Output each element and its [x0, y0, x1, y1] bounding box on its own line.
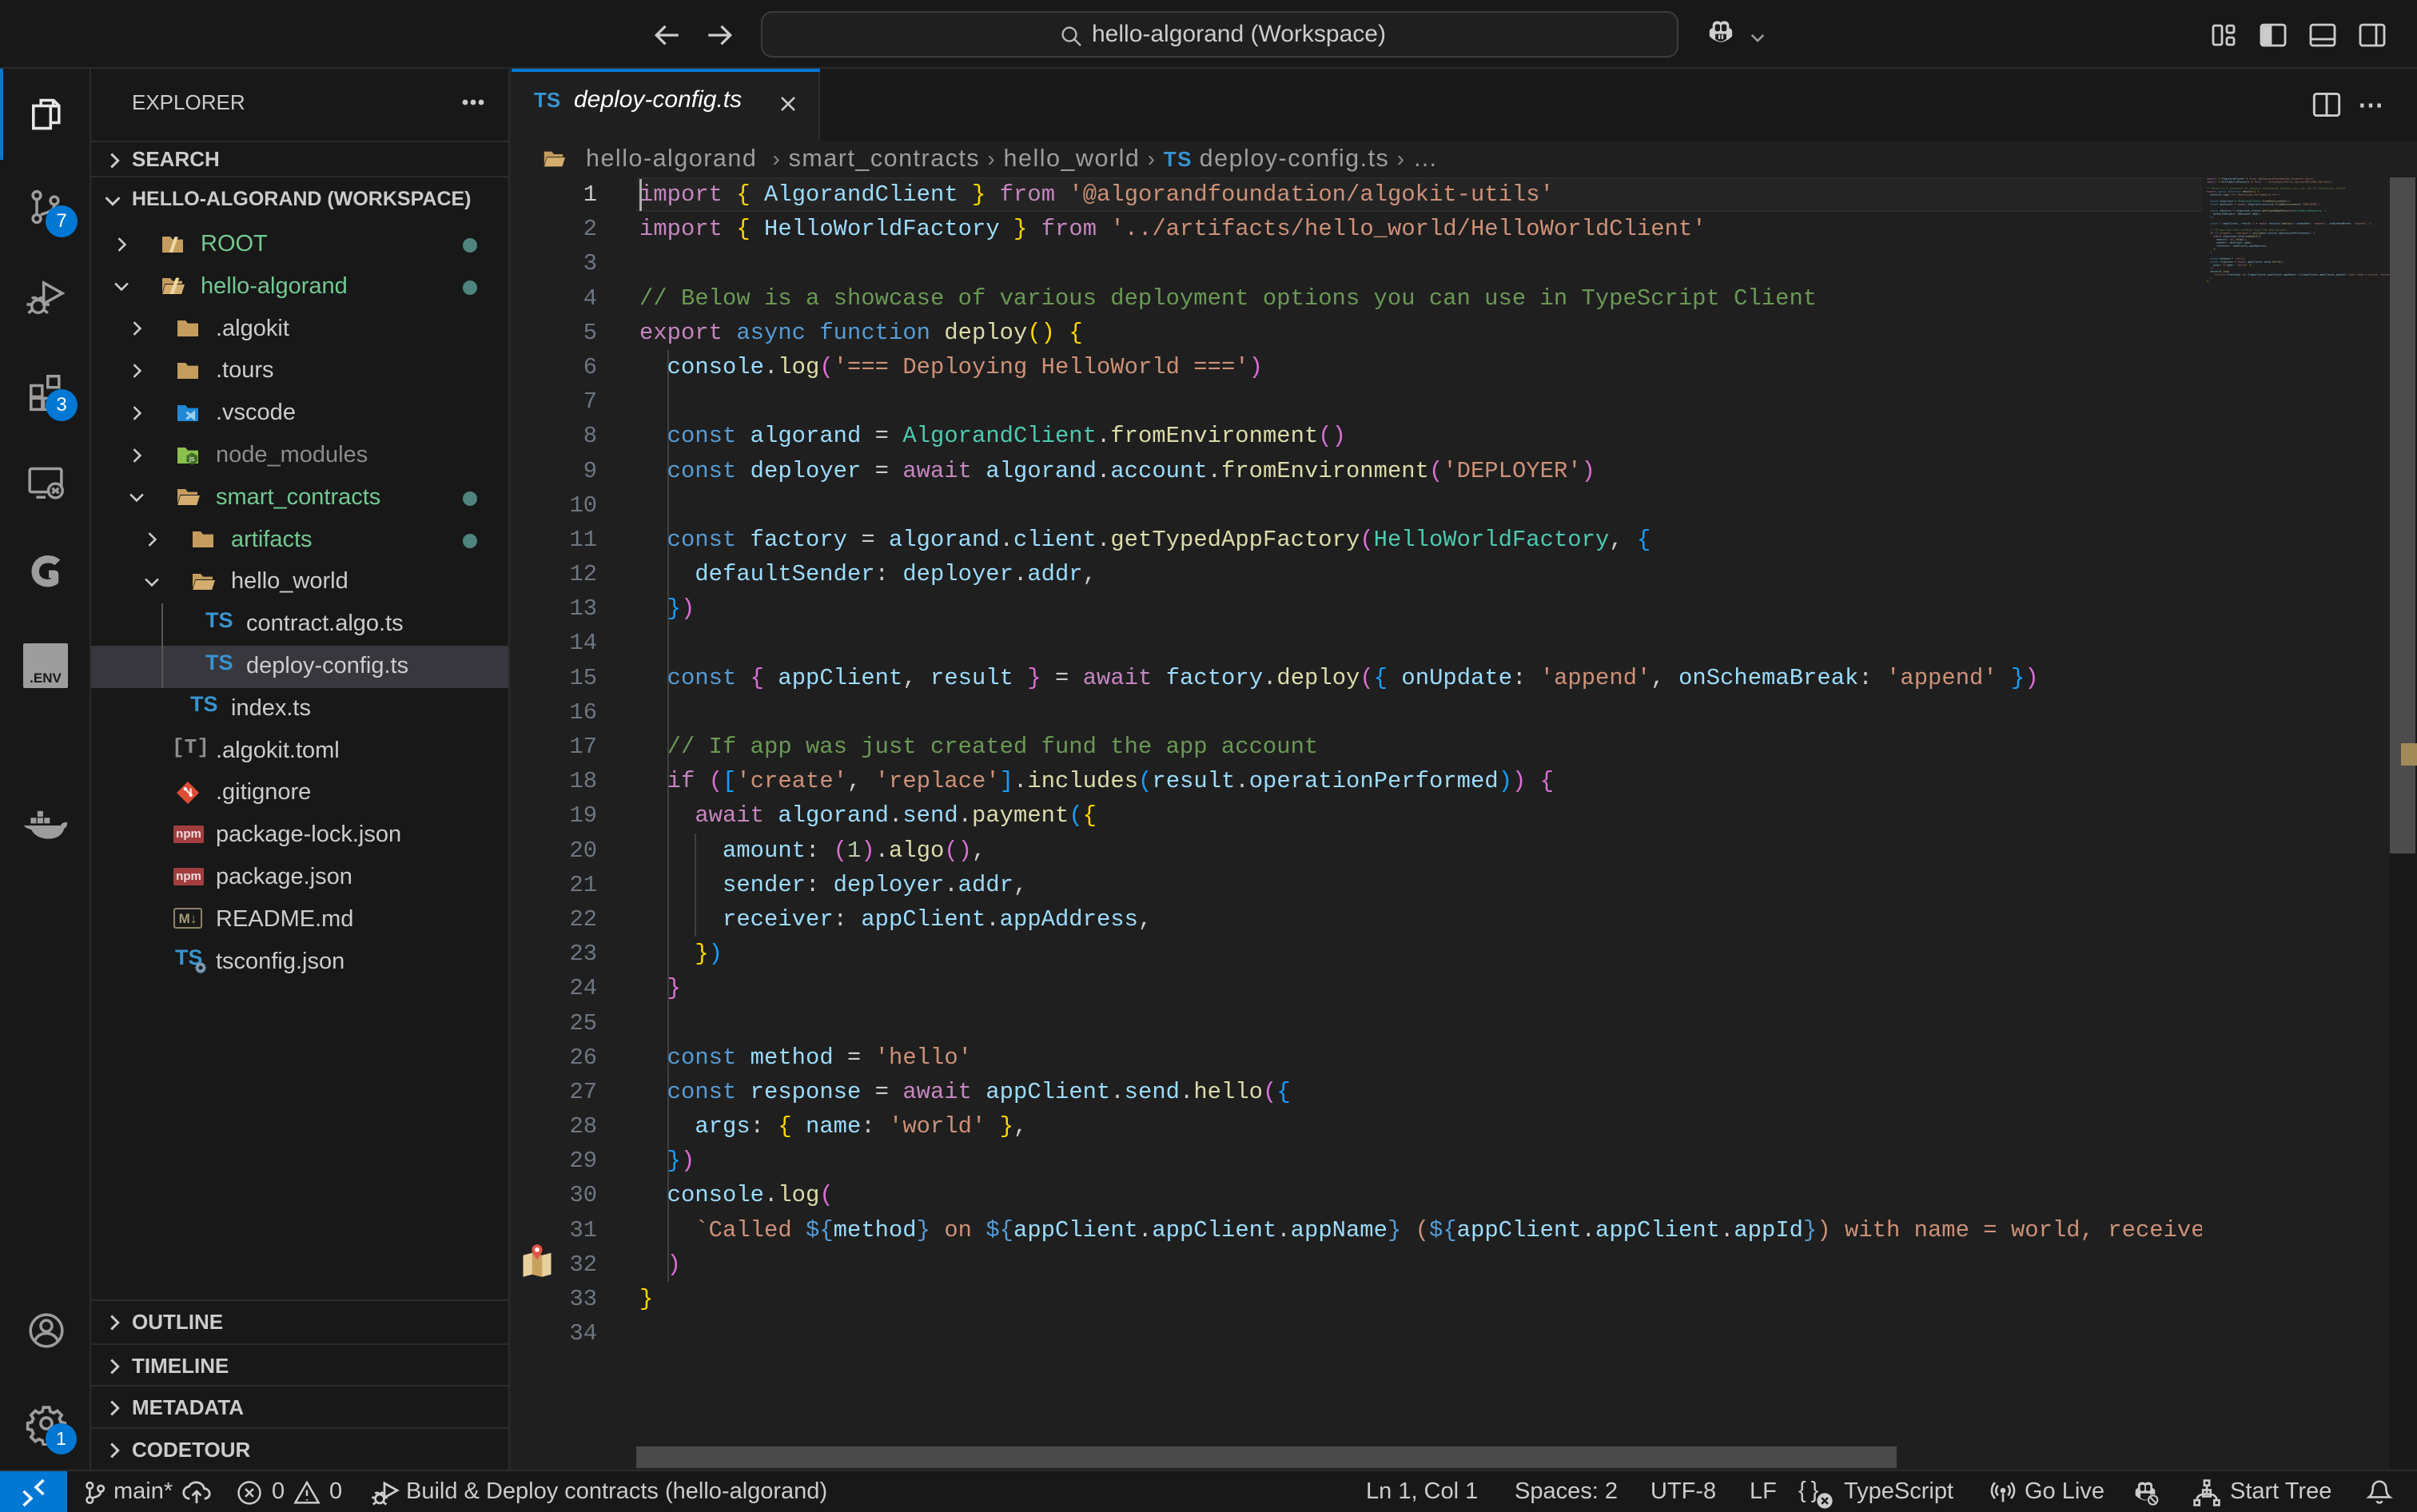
- svg-text:js: js: [189, 455, 195, 463]
